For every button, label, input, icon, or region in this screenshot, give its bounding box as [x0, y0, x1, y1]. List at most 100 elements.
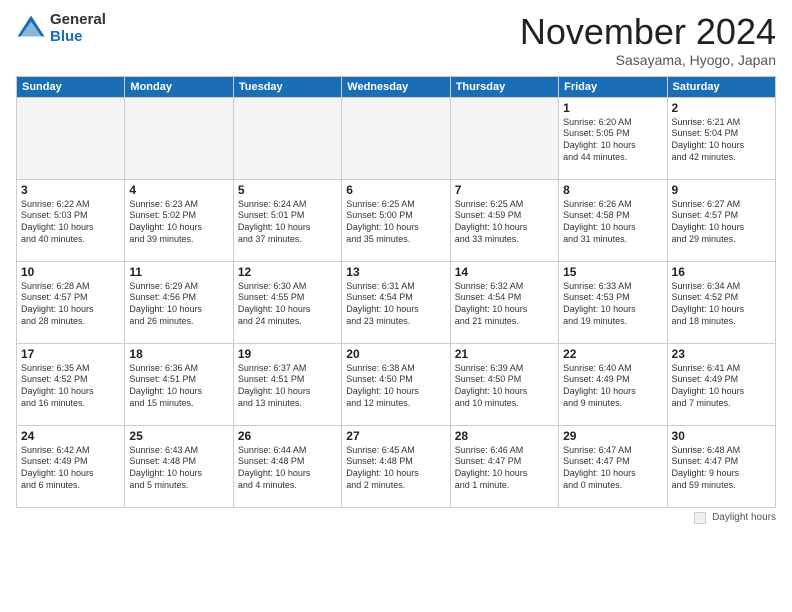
day-info: Sunrise: 6:30 AM Sunset: 4:55 PM Dayligh… — [238, 281, 337, 328]
day-cell-2-1: 11 Sunrise: 6:29 AM Sunset: 4:56 PM Dayli… — [125, 261, 233, 343]
day-info: Sunrise: 6:23 AM Sunset: 5:02 PM Dayligh… — [129, 199, 228, 246]
day-cell-2-2: 12 Sunrise: 6:30 AM Sunset: 4:55 PM Dayli… — [233, 261, 341, 343]
weekday-tuesday: Tuesday — [233, 76, 341, 97]
day-cell-2-5: 15 Sunrise: 6:33 AM Sunset: 4:53 PM Dayli… — [559, 261, 667, 343]
weekday-monday: Monday — [125, 76, 233, 97]
day-cell-4-4: 28 Sunrise: 6:46 AM Sunset: 4:47 PM Dayli… — [450, 425, 558, 507]
day-number: 30 — [672, 429, 771, 443]
title-month: November 2024 — [520, 12, 776, 52]
day-number: 27 — [346, 429, 445, 443]
day-number: 1 — [563, 101, 662, 115]
logo-general: General — [50, 12, 106, 29]
day-cell-3-2: 19 Sunrise: 6:37 AM Sunset: 4:51 PM Dayli… — [233, 343, 341, 425]
day-cell-1-3: 6Sunrise: 6:25 AM Sunset: 5:00 PM Daylig… — [342, 179, 450, 261]
day-cell-1-6: 9 Sunrise: 6:27 AM Sunset: 4:57 PM Daylig… — [667, 179, 775, 261]
day-number: 23 — [672, 347, 771, 361]
day-info: Sunrise: 6:20 AM Sunset: 5:05 PM Dayligh… — [563, 117, 662, 164]
day-cell-3-6: 23 Sunrise: 6:41 AM Sunset: 4:49 PM Dayli… — [667, 343, 775, 425]
week-row-5: 24 Sunrise: 6:42 AM Sunset: 4:49 PM Dayli… — [17, 425, 776, 507]
day-info: Sunrise: 6:25 AM Sunset: 4:59 PM Dayligh… — [455, 199, 554, 246]
day-cell-0-5: 1 Sunrise: 6:20 AM Sunset: 5:05 PM Daylig… — [559, 97, 667, 179]
week-row-3: 10 Sunrise: 6:28 AM Sunset: 4:57 PM Dayli… — [17, 261, 776, 343]
day-info: Sunrise: 6:40 AM Sunset: 4:49 PM Dayligh… — [563, 363, 662, 410]
logo-blue: Blue — [50, 29, 106, 46]
day-cell-4-1: 25 Sunrise: 6:43 AM Sunset: 4:48 PM Dayli… — [125, 425, 233, 507]
day-number: 14 — [455, 265, 554, 279]
logo-text: General Blue — [50, 12, 106, 45]
day-info: Sunrise: 6:35 AM Sunset: 4:52 PM Dayligh… — [21, 363, 120, 410]
day-info: Sunrise: 6:28 AM Sunset: 4:57 PM Dayligh… — [21, 281, 120, 328]
day-number: 21 — [455, 347, 554, 361]
day-info: Sunrise: 6:27 AM Sunset: 4:57 PM Dayligh… — [672, 199, 771, 246]
day-cell-2-0: 10 Sunrise: 6:28 AM Sunset: 4:57 PM Dayli… — [17, 261, 125, 343]
day-info: Sunrise: 6:21 AM Sunset: 5:04 PM Dayligh… — [672, 117, 771, 164]
day-cell-4-5: 29Sunrise: 6:47 AM Sunset: 4:47 PM Dayli… — [559, 425, 667, 507]
legend-box — [694, 512, 706, 524]
day-number: 8 — [563, 183, 662, 197]
day-cell-3-4: 21 Sunrise: 6:39 AM Sunset: 4:50 PM Dayli… — [450, 343, 558, 425]
day-cell-3-1: 18Sunrise: 6:36 AM Sunset: 4:51 PM Dayli… — [125, 343, 233, 425]
week-row-2: 3Sunrise: 6:22 AM Sunset: 5:03 PM Daylig… — [17, 179, 776, 261]
day-info: Sunrise: 6:32 AM Sunset: 4:54 PM Dayligh… — [455, 281, 554, 328]
day-info: Sunrise: 6:43 AM Sunset: 4:48 PM Dayligh… — [129, 445, 228, 492]
day-cell-0-6: 2Sunrise: 6:21 AM Sunset: 5:04 PM Daylig… — [667, 97, 775, 179]
day-info: Sunrise: 6:37 AM Sunset: 4:51 PM Dayligh… — [238, 363, 337, 410]
day-info: Sunrise: 6:22 AM Sunset: 5:03 PM Dayligh… — [21, 199, 120, 246]
legend-label: Daylight hours — [712, 512, 776, 523]
day-cell-0-0 — [17, 97, 125, 179]
day-cell-0-4 — [450, 97, 558, 179]
weekday-saturday: Saturday — [667, 76, 775, 97]
day-number: 20 — [346, 347, 445, 361]
day-number: 28 — [455, 429, 554, 443]
title-block: November 2024 Sasayama, Hyogo, Japan — [520, 12, 776, 68]
day-number: 11 — [129, 265, 228, 279]
day-info: Sunrise: 6:25 AM Sunset: 5:00 PM Dayligh… — [346, 199, 445, 246]
day-info: Sunrise: 6:42 AM Sunset: 4:49 PM Dayligh… — [21, 445, 120, 492]
day-number: 17 — [21, 347, 120, 361]
day-cell-4-6: 30Sunrise: 6:48 AM Sunset: 4:47 PM Dayli… — [667, 425, 775, 507]
day-cell-4-0: 24 Sunrise: 6:42 AM Sunset: 4:49 PM Dayli… — [17, 425, 125, 507]
day-number: 9 — [672, 183, 771, 197]
weekday-wednesday: Wednesday — [342, 76, 450, 97]
day-cell-3-5: 22 Sunrise: 6:40 AM Sunset: 4:49 PM Dayli… — [559, 343, 667, 425]
day-info: Sunrise: 6:29 AM Sunset: 4:56 PM Dayligh… — [129, 281, 228, 328]
logo: General Blue — [16, 12, 106, 45]
day-cell-2-4: 14 Sunrise: 6:32 AM Sunset: 4:54 PM Dayli… — [450, 261, 558, 343]
day-info: Sunrise: 6:39 AM Sunset: 4:50 PM Dayligh… — [455, 363, 554, 410]
day-number: 5 — [238, 183, 337, 197]
day-number: 25 — [129, 429, 228, 443]
day-number: 19 — [238, 347, 337, 361]
weekday-thursday: Thursday — [450, 76, 558, 97]
day-info: Sunrise: 6:41 AM Sunset: 4:49 PM Dayligh… — [672, 363, 771, 410]
calendar: SundayMondayTuesdayWednesdayThursdayFrid… — [16, 76, 776, 508]
day-number: 24 — [21, 429, 120, 443]
day-info: Sunrise: 6:24 AM Sunset: 5:01 PM Dayligh… — [238, 199, 337, 246]
title-location: Sasayama, Hyogo, Japan — [520, 52, 776, 68]
day-number: 4 — [129, 183, 228, 197]
day-info: Sunrise: 6:33 AM Sunset: 4:53 PM Dayligh… — [563, 281, 662, 328]
day-number: 18 — [129, 347, 228, 361]
day-number: 15 — [563, 265, 662, 279]
week-row-1: 1 Sunrise: 6:20 AM Sunset: 5:05 PM Daylig… — [17, 97, 776, 179]
week-row-4: 17 Sunrise: 6:35 AM Sunset: 4:52 PM Dayli… — [17, 343, 776, 425]
legend: Daylight hours — [16, 512, 776, 524]
day-info: Sunrise: 6:31 AM Sunset: 4:54 PM Dayligh… — [346, 281, 445, 328]
day-info: Sunrise: 6:34 AM Sunset: 4:52 PM Dayligh… — [672, 281, 771, 328]
day-cell-4-2: 26Sunrise: 6:44 AM Sunset: 4:48 PM Dayli… — [233, 425, 341, 507]
day-number: 13 — [346, 265, 445, 279]
day-number: 29 — [563, 429, 662, 443]
day-cell-1-4: 7Sunrise: 6:25 AM Sunset: 4:59 PM Daylig… — [450, 179, 558, 261]
day-number: 12 — [238, 265, 337, 279]
day-number: 22 — [563, 347, 662, 361]
weekday-sunday: Sunday — [17, 76, 125, 97]
day-cell-1-5: 8 Sunrise: 6:26 AM Sunset: 4:58 PM Daylig… — [559, 179, 667, 261]
header: General Blue November 2024 Sasayama, Hyo… — [16, 12, 776, 68]
day-cell-3-0: 17 Sunrise: 6:35 AM Sunset: 4:52 PM Dayli… — [17, 343, 125, 425]
day-number: 10 — [21, 265, 120, 279]
day-info: Sunrise: 6:46 AM Sunset: 4:47 PM Dayligh… — [455, 445, 554, 492]
day-number: 26 — [238, 429, 337, 443]
day-cell-2-6: 16Sunrise: 6:34 AM Sunset: 4:52 PM Dayli… — [667, 261, 775, 343]
day-cell-0-1 — [125, 97, 233, 179]
day-cell-0-2 — [233, 97, 341, 179]
day-info: Sunrise: 6:26 AM Sunset: 4:58 PM Dayligh… — [563, 199, 662, 246]
